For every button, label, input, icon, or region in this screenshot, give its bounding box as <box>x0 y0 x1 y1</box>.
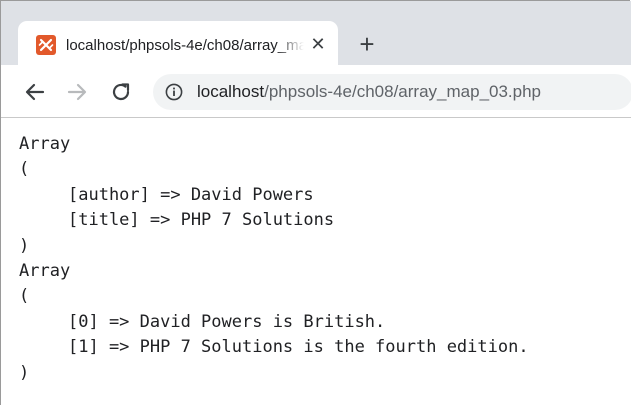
url-path: /phpsols-4e/ch08/array_map_03.php <box>264 82 542 101</box>
browser-tab[interactable]: localhost/phpsols-4e/ch08/array_map_03.p… <box>18 21 338 69</box>
back-arrow-icon[interactable] <box>23 80 47 104</box>
output-line: Array <box>19 134 71 154</box>
tab-strip: localhost/phpsols-4e/ch08/array_map_03.p… <box>1 1 631 69</box>
output-line: ( <box>19 159 30 180</box>
output-line: [title] => PHP 7 Solutions <box>68 210 335 231</box>
tab-close-icon[interactable]: ✕ <box>310 35 326 53</box>
output-line: ) <box>19 235 30 256</box>
output-line: [0] => David Powers is British. <box>68 311 386 332</box>
new-tab-button[interactable]: + <box>356 31 378 57</box>
address-bar[interactable]: localhost/phpsols-4e/ch08/array_map_03.p… <box>153 74 631 110</box>
output-line: ) <box>19 362 30 383</box>
page-content: Array ( [author] => David Powers [title]… <box>19 132 624 402</box>
output-line: [1] => PHP 7 Solutions is the fourth edi… <box>68 337 529 358</box>
output-line: ( <box>19 286 30 307</box>
forward-arrow-icon[interactable] <box>65 80 89 104</box>
xampp-favicon-icon <box>36 35 56 55</box>
url-host: localhost <box>197 82 265 101</box>
browser-window: localhost/phpsols-4e/ch08/array_map_03.p… <box>0 0 631 405</box>
output-line: Array <box>19 260 71 281</box>
reload-icon[interactable] <box>109 80 133 104</box>
info-icon[interactable] <box>165 83 183 101</box>
output-line: [author] => David Powers <box>68 184 314 205</box>
url-text[interactable]: localhost/phpsols-4e/ch08/array_map_03.p… <box>197 82 541 102</box>
toolbar: localhost/phpsols-4e/ch08/array_map_03.p… <box>1 65 631 118</box>
tab-title: localhost/phpsols-4e/ch08/array_map_03.p… <box>66 37 304 54</box>
